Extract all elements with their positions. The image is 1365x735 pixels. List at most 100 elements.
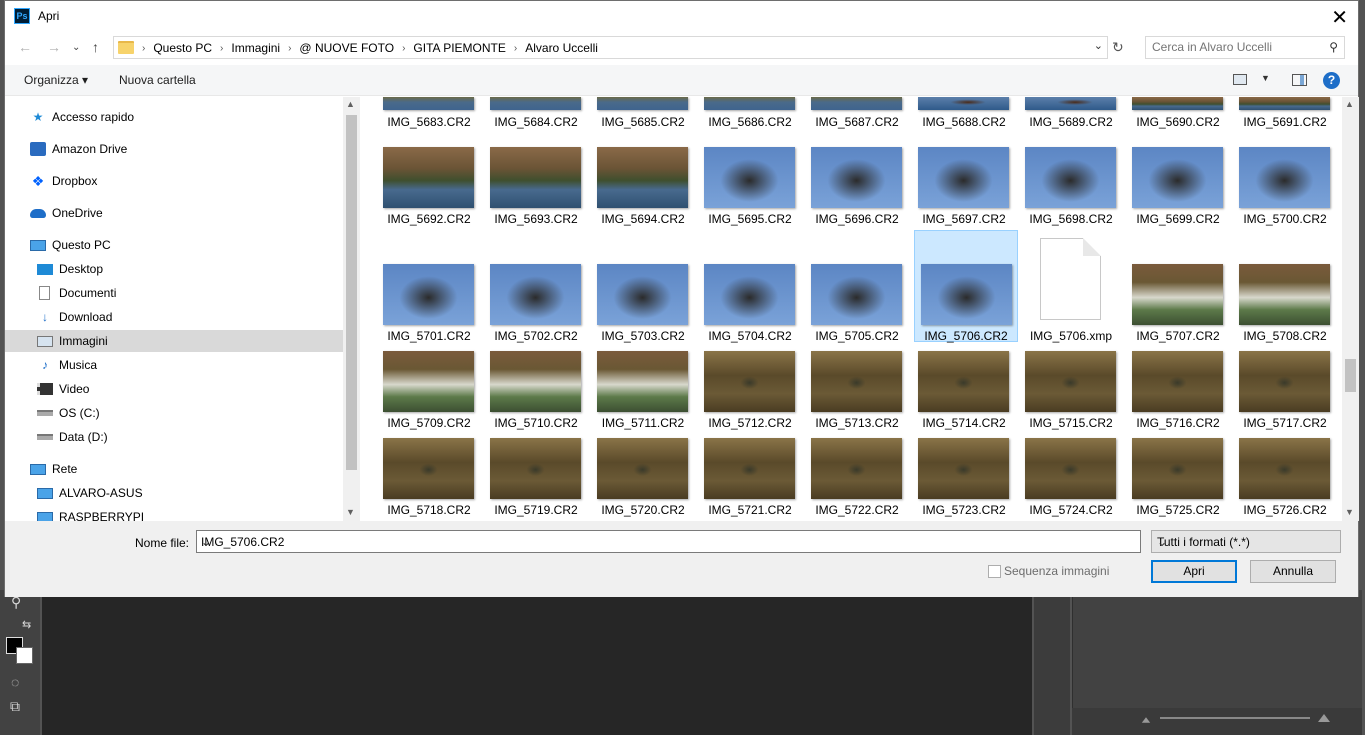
refresh-icon[interactable]: ↻ [1112,39,1124,56]
file-item[interactable]: IMG_5708.CR2 [1233,230,1337,343]
file-item[interactable]: IMG_5702.CR2 [484,230,588,343]
drive-icon [37,434,53,440]
file-item-selected[interactable]: IMG_5706.CR2 [914,230,1018,343]
file-thumbnail [383,147,474,208]
nav-item-download[interactable]: ↓ Download [5,306,343,328]
nav-item-onedrive[interactable]: OneDrive [5,202,343,224]
open-button[interactable]: Apri [1151,560,1237,583]
filename-input[interactable]: IMG_5706.CR2 ⌄ [196,530,1141,553]
nav-item-dropbox[interactable]: ❖ Dropbox [5,170,343,192]
file-name: IMG_5701.CR2 [387,329,471,343]
search-icon[interactable]: ⚲ [1329,40,1338,54]
file-item[interactable]: IMG_5719.CR2 [484,432,588,521]
search-box[interactable]: ⚲ [1145,36,1345,59]
file-thumbnail [1132,351,1223,412]
breadcrumb-separator-icon[interactable]: › [514,43,517,54]
file-thumbnail [918,438,1009,499]
file-item[interactable]: IMG_5725.CR2 [1126,432,1230,521]
view-options-icon[interactable] [1233,74,1247,85]
file-thumbnail [490,97,581,110]
file-thumbnail [597,147,688,208]
quick-mask-icon[interactable]: ◌ [11,674,19,690]
nav-item-documents[interactable]: Documenti [5,282,343,304]
help-icon[interactable]: ? [1323,72,1340,89]
preview-pane-icon[interactable] [1292,74,1307,86]
file-item[interactable]: IMG_5705.CR2 [805,230,909,343]
zoom-slider[interactable] [1160,717,1310,719]
file-item[interactable]: IMG_5706.xmp [1019,230,1123,343]
breadcrumb-separator-icon[interactable]: › [288,43,291,54]
file-name: IMG_5707.CR2 [1136,329,1220,343]
close-icon[interactable]: ✕ [1331,5,1348,30]
breadcrumb-gita-piemonte[interactable]: GITA PIEMONTE [413,41,505,55]
scrollbar-thumb[interactable] [346,115,357,470]
image-sequence-checkbox[interactable] [988,565,1001,578]
scroll-down-icon[interactable]: ▼ [346,507,355,517]
nav-item-raspberrypi[interactable]: RASPBERRYPI [5,506,343,521]
file-item[interactable]: IMG_5704.CR2 [698,230,802,343]
scroll-up-icon[interactable]: ▲ [1345,99,1354,109]
address-bar[interactable]: › Questo PC › Immagini › @ NUOVE FOTO › … [113,36,1108,59]
file-item[interactable]: IMG_5707.CR2 [1126,230,1230,343]
file-grid: IMG_5683.CR2 IMG_5684.CR2 IMG_5685.CR2 I… [361,97,1341,521]
navigation-scrollbar[interactable]: ▲ ▼ [343,97,360,521]
scrollbar-thumb[interactable] [1345,359,1356,392]
file-item[interactable]: IMG_5718.CR2 [377,432,481,521]
nav-item-music[interactable]: ♪ Musica [5,354,343,376]
chevron-down-icon[interactable]: ⌄ [1157,535,1336,549]
nav-item-this-pc[interactable]: Questo PC [5,234,343,256]
chevron-down-icon[interactable]: ⌄ [1094,39,1103,52]
cancel-button[interactable]: Annulla [1250,560,1336,583]
nav-item-network[interactable]: Rete [5,458,343,480]
view-dropdown-icon[interactable]: ▼ [1261,73,1270,83]
breadcrumb-alvaro-uccelli[interactable]: Alvaro Uccelli [525,41,598,55]
video-icon [37,383,53,395]
back-arrow-icon[interactable]: ← [18,39,32,55]
swap-colors-icon[interactable]: ⇆ [22,618,31,631]
breadcrumb-separator-icon[interactable]: › [142,43,145,54]
scroll-down-icon[interactable]: ▼ [1345,507,1354,517]
folder-icon [118,41,134,54]
file-thumbnail [918,147,1009,208]
forward-arrow-icon[interactable]: → [47,39,61,55]
new-folder-button[interactable]: Nuova cartella [119,73,196,87]
breadcrumb-separator-icon[interactable]: › [402,43,405,54]
zoom-out-icon[interactable] [1141,717,1151,723]
file-item[interactable]: IMG_5720.CR2 [591,432,695,521]
filetype-select[interactable]: Tutti i formati (*.*) ⌄ [1151,530,1341,553]
file-item[interactable]: IMG_5723.CR2 [912,432,1016,521]
nav-item-alvaro-asus[interactable]: ALVARO-ASUS [5,482,343,504]
search-input[interactable] [1152,40,1322,54]
up-arrow-icon[interactable]: ↑ [92,39,99,55]
file-item[interactable]: IMG_5722.CR2 [805,432,909,521]
nav-item-video[interactable]: Video [5,378,343,400]
zoom-in-icon[interactable] [1318,714,1330,722]
scroll-up-icon[interactable]: ▲ [346,99,355,109]
nav-item-drive-c[interactable]: OS (C:) [5,402,343,424]
nav-item-desktop[interactable]: Desktop [5,258,343,280]
nav-item-drive-d[interactable]: Data (D:) [5,426,343,448]
file-item[interactable]: IMG_5721.CR2 [698,432,802,521]
file-item[interactable]: IMG_5703.CR2 [591,230,695,343]
breadcrumb-immagini[interactable]: Immagini [231,41,280,55]
breadcrumb-questo-pc[interactable]: Questo PC [153,41,212,55]
recent-dropdown-icon[interactable]: ⌄ [72,42,80,53]
breadcrumb-nuove-foto[interactable]: @ NUOVE FOTO [299,41,394,55]
breadcrumb-separator-icon[interactable]: › [220,43,223,54]
file-item[interactable]: IMG_5701.CR2 [377,230,481,343]
chevron-down-icon[interactable]: ⌄ [201,535,1136,549]
file-grid-scrollbar[interactable]: ▲ ▼ [1342,97,1359,521]
file-item[interactable]: IMG_5726.CR2 [1233,432,1337,521]
background-color-swatch[interactable] [16,647,33,664]
document-icon [39,286,50,300]
nav-item-amazon-drive[interactable]: Amazon Drive [5,138,343,160]
organize-button[interactable]: Organizza ▾ [24,73,88,87]
file-thumbnail [1239,147,1330,208]
ps-canvas-area [42,590,1032,735]
file-item[interactable]: IMG_5724.CR2 [1019,432,1123,521]
file-thumbnail [811,97,902,110]
nav-item-pictures[interactable]: Immagini [5,330,343,352]
nav-item-quick-access[interactable]: ★ Accesso rapido [5,106,343,128]
computer-icon [30,239,46,251]
screen-mode-icon[interactable]: ⧉ [10,698,20,715]
